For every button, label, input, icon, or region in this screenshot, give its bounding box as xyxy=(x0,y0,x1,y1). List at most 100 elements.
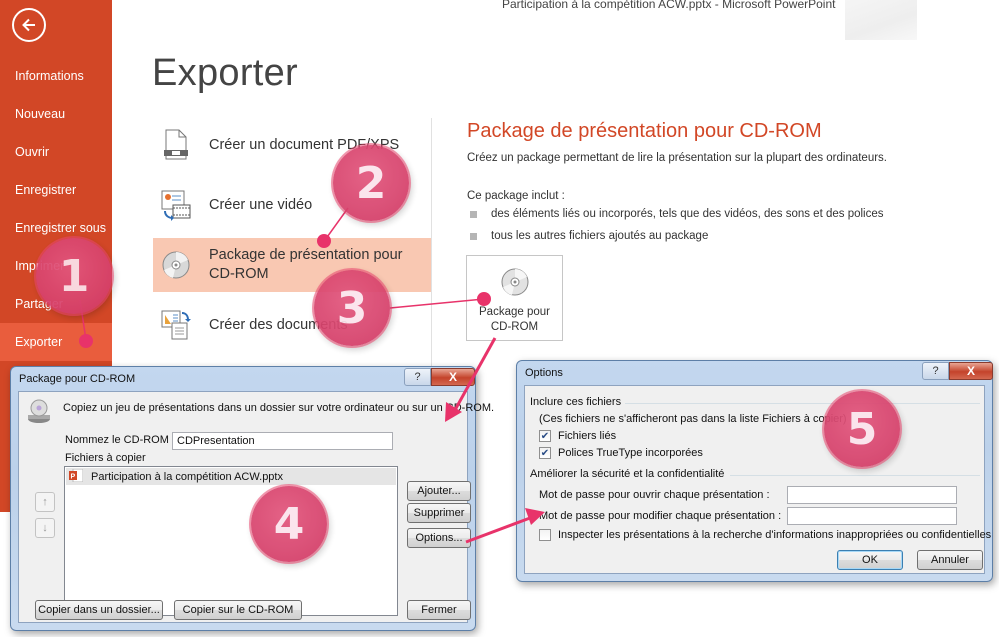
inspect-checkbox[interactable] xyxy=(539,529,551,541)
cd-icon xyxy=(500,267,530,302)
truetype-fonts-checkbox[interactable]: ✔ xyxy=(539,447,551,459)
callout-1: 1 xyxy=(36,238,112,314)
sidebar-item-informations[interactable]: Informations xyxy=(0,57,112,95)
powerpoint-backstage: Participation à la compétition ACW.pptx … xyxy=(0,0,999,637)
modify-password-input[interactable] xyxy=(787,507,957,525)
detail-includes-label: Ce package inclut : xyxy=(467,190,565,202)
copy-to-folder-button[interactable]: Copier dans un dossier... xyxy=(35,600,163,620)
bullet-square xyxy=(470,210,477,218)
group-divider xyxy=(625,403,980,404)
package-cd-dialog: Package pour CD-ROM ? X Copiez un jeu de… xyxy=(10,366,494,631)
sidebar-item-label: Exporter xyxy=(15,335,63,349)
checkmark-icon: ✔ xyxy=(540,447,550,459)
close-dialog-button[interactable]: Fermer xyxy=(407,600,471,620)
handouts-icon xyxy=(153,305,199,345)
pdf-document-icon xyxy=(153,125,199,165)
dialog-title: Options xyxy=(525,367,563,379)
callout-2-anchor xyxy=(317,234,331,248)
label-line-1: Package pour xyxy=(479,306,550,318)
security-group-label: Améliorer la sécurité et la confidential… xyxy=(530,468,725,480)
button-label: OK xyxy=(862,554,878,566)
cancel-button[interactable]: Annuler xyxy=(917,550,983,570)
sidebar-item-ouvrir[interactable]: Ouvrir xyxy=(0,133,112,171)
modify-password-label: Mot de passe pour modifier chaque présen… xyxy=(539,510,782,522)
remove-button[interactable]: Supprimer xyxy=(407,503,471,523)
button-label: Annuler xyxy=(931,554,969,566)
move-down-button[interactable]: ↓ xyxy=(35,518,55,538)
sidebar-item-nouveau[interactable]: Nouveau xyxy=(0,95,112,133)
callout-5: 5 xyxy=(824,391,900,467)
svg-text:P: P xyxy=(71,473,76,480)
button-label: Options... xyxy=(415,532,463,544)
group-divider xyxy=(730,475,980,476)
back-arrow-icon xyxy=(22,18,35,32)
callout-4: 4 xyxy=(251,486,327,562)
detail-bullet: tous les autres fichiers ajoutés au pack… xyxy=(470,230,708,242)
callout-2: 2 xyxy=(333,145,409,221)
button-label: Copier sur le CD-ROM xyxy=(182,604,294,616)
dialog-controls: ? X xyxy=(404,368,475,386)
linked-files-checkbox[interactable]: ✔ xyxy=(539,430,551,442)
sidebar-item-label: Ouvrir xyxy=(15,145,50,159)
button-label: Supprimer xyxy=(413,507,465,519)
files-label: Fichiers à copier xyxy=(65,452,146,464)
pptx-file-icon: P xyxy=(69,468,84,485)
file-name: Participation à la compétition ACW.pptx xyxy=(91,470,283,483)
package-cd-button-label: Package pour CD-ROM xyxy=(479,305,550,335)
sidebar-item-exporter[interactable]: Exporter xyxy=(0,323,112,361)
sidebar-item-label: Enregistrer xyxy=(15,183,77,197)
detail-description: Créez un package permettant de lire la p… xyxy=(467,152,887,164)
callout-3: 3 xyxy=(314,270,390,346)
bullet-text: tous les autres fichiers ajoutés au pack… xyxy=(491,230,709,242)
detail-bullet: des éléments liés ou incorporés, tels qu… xyxy=(470,208,884,220)
help-button[interactable]: ? xyxy=(404,368,431,386)
sidebar-item-enregistrer[interactable]: Enregistrer xyxy=(0,171,112,209)
sidebar-item-label: Enregistrer sous xyxy=(15,221,107,235)
window-title: Participation à la compétition ACW.pptx … xyxy=(502,0,836,11)
cd-name-input[interactable] xyxy=(172,432,393,450)
export-option-cd-package[interactable]: Package de présentation pour CD-ROM xyxy=(153,238,431,292)
file-list-item[interactable]: P Participation à la compétition ACW.ppt… xyxy=(66,468,396,485)
close-button[interactable]: X xyxy=(949,362,993,380)
dialog-body: Copiez un jeu de présentations dans un d… xyxy=(18,391,494,623)
bullet-text: des éléments liés ou incorporés, tels qu… xyxy=(491,208,884,220)
button-label: Copier dans un dossier... xyxy=(38,604,160,616)
linked-files-label: Fichiers liés xyxy=(558,430,617,442)
copy-to-cd-button[interactable]: Copier sur le CD-ROM xyxy=(174,600,302,620)
files-listbox[interactable]: P Participation à la compétition ACW.ppt… xyxy=(64,466,398,616)
include-files-group-label: Inclure ces fichiers xyxy=(530,396,622,408)
export-option-label: Créer une vidéo xyxy=(209,196,313,213)
truetype-fonts-label: Polices TrueType incorporées xyxy=(558,447,703,459)
cd-icon xyxy=(153,245,199,285)
include-files-note: (Ces fichiers ne s'afficheront pas dans … xyxy=(539,413,847,425)
dialog-body: Inclure ces fichiers (Ces fichiers ne s'… xyxy=(524,385,991,574)
sidebar-item-label: Informations xyxy=(15,69,84,83)
column-divider xyxy=(431,118,432,378)
dialog-description: Copiez un jeu de présentations dans un d… xyxy=(63,402,495,414)
back-button[interactable] xyxy=(12,8,46,42)
export-option-label: Package de présentation pour CD-ROM xyxy=(209,247,403,282)
bullet-square xyxy=(470,232,477,240)
add-button[interactable]: Ajouter... xyxy=(407,481,471,501)
help-button[interactable]: ? xyxy=(922,362,949,380)
button-label: Ajouter... xyxy=(417,485,461,497)
detail-title: Package de présentation pour CD-ROM xyxy=(467,120,822,142)
video-icon xyxy=(153,185,199,225)
open-password-label: Mot de passe pour ouvrir chaque présenta… xyxy=(539,489,770,501)
close-button[interactable]: X xyxy=(431,368,475,386)
title-decoration xyxy=(845,0,917,40)
move-up-button[interactable]: ↑ xyxy=(35,492,55,512)
sidebar-item-label: Nouveau xyxy=(15,107,66,121)
open-password-input[interactable] xyxy=(787,486,957,504)
ok-button[interactable]: OK xyxy=(837,550,903,570)
checkmark-icon: ✔ xyxy=(540,430,550,442)
label-line-2: CD-ROM xyxy=(490,321,539,333)
options-dialog: Options ? X Inclure ces fichiers (Ces fi… xyxy=(516,360,993,582)
options-button[interactable]: Options... xyxy=(407,528,471,548)
dialog-title: Package pour CD-ROM xyxy=(19,373,136,385)
callout-3-anchor xyxy=(477,292,491,306)
cd-drive-icon xyxy=(25,398,53,431)
callout-1-anchor xyxy=(79,334,93,348)
button-label: Fermer xyxy=(421,604,457,616)
inspect-label: Inspecter les présentations à la recherc… xyxy=(558,529,992,541)
